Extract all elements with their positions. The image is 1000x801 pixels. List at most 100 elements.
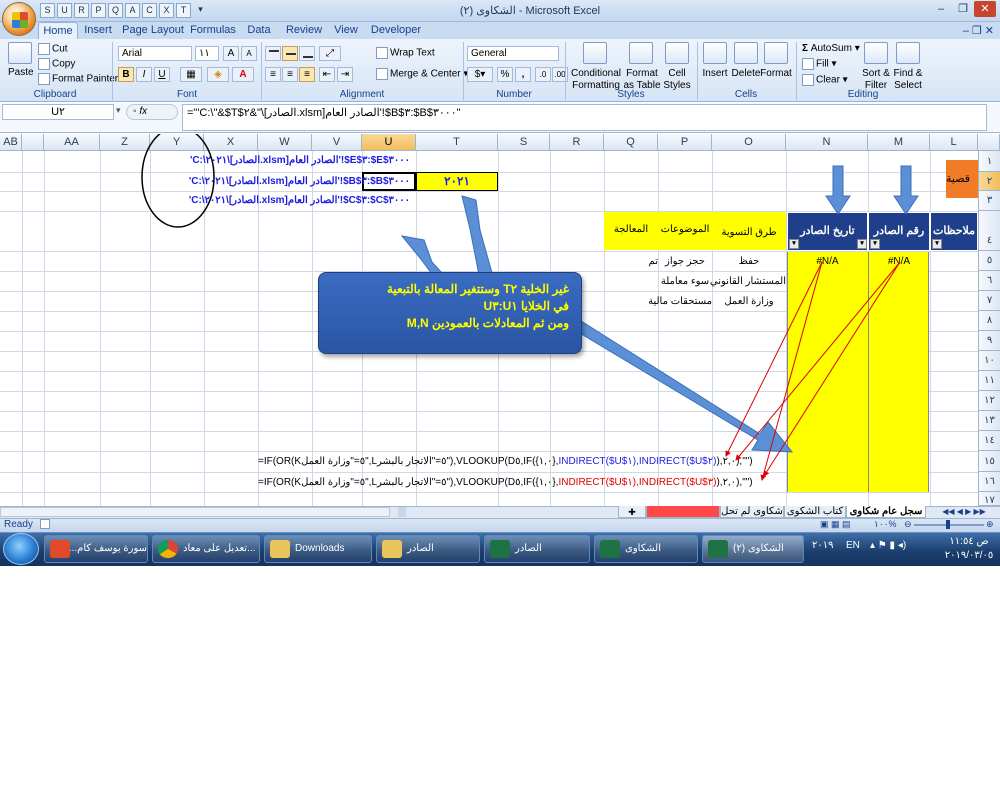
find-select-icon[interactable] — [896, 42, 920, 64]
font-size-combo[interactable]: ١١ — [195, 46, 219, 61]
clear-button[interactable]: Clear ▾ — [802, 74, 848, 87]
merge-center-button[interactable]: Merge & Center ▾ — [376, 68, 468, 81]
name-box-dropdown-icon[interactable]: ▾ — [116, 105, 121, 116]
tab-developer[interactable]: Developer — [370, 22, 422, 39]
scroll-thumb[interactable] — [398, 507, 406, 517]
delete-cells-button[interactable]: Delete — [730, 68, 762, 80]
taskbar-item-chrome[interactable]: تعديل على معاد... — [152, 535, 260, 563]
taskbar-item-excel-complaints-2[interactable]: الشكاوى (٢) — [702, 535, 804, 563]
horizontal-scrollbar[interactable] — [0, 507, 390, 517]
window-title: الشكاوى (٢) - Microsoft Excel — [459, 5, 601, 17]
tab-home[interactable]: Home — [38, 22, 78, 39]
sheet-tab-general-log[interactable]: سجل عام شكاوى — [846, 506, 926, 518]
name-box[interactable]: U٢ — [2, 104, 114, 120]
tab-formulas[interactable]: Formulas — [189, 22, 237, 39]
office-button[interactable] — [2, 2, 36, 36]
font-name-combo[interactable]: Arial — [118, 46, 192, 61]
quick-print-icon[interactable]: Q — [108, 3, 123, 18]
currency-icon[interactable]: $▾ — [467, 67, 493, 82]
taskbar-item-excel-complaints[interactable]: الشكاوى — [594, 535, 698, 563]
start-button-icon[interactable] — [3, 533, 39, 565]
minimize-icon[interactable]: ‒ — [930, 1, 952, 17]
orientation-icon[interactable]: ⤢ — [319, 46, 341, 61]
macro-record-icon[interactable] — [40, 519, 50, 529]
tab-view[interactable]: View — [330, 22, 362, 39]
red-line-4 — [763, 261, 901, 477]
align-middle-icon[interactable] — [282, 46, 298, 61]
sort-asc-icon[interactable]: A — [125, 3, 140, 18]
sheet-tab-unresolved[interactable]: شكاوى لم تحل — [720, 506, 784, 518]
save-icon[interactable]: S — [40, 3, 55, 18]
decrease-indent-icon[interactable]: ⇤ — [319, 67, 335, 82]
grow-font-button[interactable]: A — [223, 46, 239, 61]
cell-styles-icon[interactable] — [665, 42, 689, 64]
fill-color-icon[interactable]: ◈ — [207, 67, 229, 82]
align-right-icon[interactable]: ≡ — [299, 67, 315, 82]
font-color-icon[interactable]: A — [232, 67, 254, 82]
increase-indent-icon[interactable]: ⇥ — [337, 67, 353, 82]
conditional-formatting-icon[interactable] — [583, 42, 607, 64]
insert-function-button[interactable]: ◦ fx — [126, 104, 178, 120]
tab-review[interactable]: Review — [284, 22, 324, 39]
increase-decimal-icon[interactable]: .0 — [535, 67, 551, 82]
formula-input[interactable]: ="'C:\"&$T$٢&"\[الصادر.xlsm]الصادر العام… — [182, 104, 987, 131]
qat-dropdown-icon[interactable]: ▾ — [193, 3, 208, 18]
shrink-font-button[interactable]: A — [241, 46, 257, 61]
print-preview-icon[interactable]: P — [91, 3, 106, 18]
bold-button[interactable]: B — [118, 67, 134, 82]
cut-button[interactable]: Cut — [38, 43, 68, 56]
restore-icon[interactable]: ❐ — [952, 1, 974, 17]
align-top-icon[interactable] — [265, 46, 281, 61]
view-buttons-icon[interactable]: ▣ ▦ ▤ — [820, 519, 851, 530]
wrap-text-button[interactable]: Wrap Text — [376, 47, 435, 60]
align-center-icon[interactable]: ≡ — [282, 67, 298, 82]
language-indicator[interactable]: EN — [846, 540, 860, 552]
ribbon-window-controls[interactable]: ‒ ❐ ✕ — [934, 24, 994, 37]
underline-button[interactable]: U — [154, 67, 170, 82]
close-icon[interactable]: ✕ — [974, 1, 996, 17]
taskbar-item-excel-sadir[interactable]: الصادر — [484, 535, 590, 563]
autosum-button[interactable]: Σ AutoSum ▾ — [802, 43, 860, 55]
insert-sheet-icon[interactable]: ✚ — [618, 506, 646, 518]
taskbar-item-folder-sadir[interactable]: الصادر — [376, 535, 480, 563]
tab-page-layout[interactable]: Page Layout — [122, 22, 184, 39]
format-as-table-icon[interactable] — [629, 42, 653, 64]
fill-button[interactable]: Fill ▾ — [802, 58, 837, 71]
comma-button[interactable]: , — [515, 67, 531, 82]
format-painter-button[interactable]: Format Painter — [38, 73, 118, 86]
tab-data[interactable]: Data — [244, 22, 274, 39]
zoom-in-icon[interactable]: ⊕ — [986, 519, 994, 530]
delete-cells-icon[interactable] — [734, 42, 758, 64]
format-cells-icon[interactable] — [764, 42, 788, 64]
tab-insert[interactable]: Insert — [80, 22, 116, 39]
italic-button[interactable]: I — [136, 67, 152, 82]
tray-icons[interactable]: ▴ ⚑ ▮ ◂) — [870, 540, 906, 552]
taskbar-item-video[interactable]: سورة يوسف كام... — [44, 535, 148, 563]
close-file-icon[interactable]: X — [159, 3, 174, 18]
paste-icon[interactable] — [8, 42, 32, 64]
text-box-icon[interactable]: T — [176, 3, 191, 18]
sheet-tab-stats[interactable]: الاحصائيات — [646, 506, 720, 518]
zoom-slider-thumb[interactable] — [946, 520, 950, 529]
number-format-combo[interactable]: General — [467, 46, 559, 61]
percent-button[interactable]: % — [497, 67, 513, 82]
zoom-out-icon[interactable]: ⊖ — [904, 519, 912, 530]
copy-button[interactable]: Copy — [38, 58, 75, 71]
tray-time[interactable]: ص ١١:٥٤ — [940, 536, 998, 548]
paste-button[interactable]: Paste — [8, 67, 34, 79]
spell-check-icon[interactable]: C — [142, 3, 157, 18]
borders-icon[interactable]: ▦ — [180, 67, 202, 82]
insert-cells-button[interactable]: Insert — [700, 68, 730, 80]
sheet-nav-icon[interactable]: ◀◀ ◀ ▶ ▶▶ — [930, 507, 998, 517]
undo-icon[interactable]: U — [57, 3, 72, 18]
align-bottom-icon[interactable] — [299, 46, 315, 61]
format-cells-button[interactable]: Format — [760, 68, 792, 80]
sheet-tab-complaint-letter[interactable]: كتاب الشكوى — [784, 506, 846, 518]
insert-cells-icon[interactable] — [703, 42, 727, 64]
taskbar-item-downloads[interactable]: Downloads — [264, 535, 372, 563]
sort-filter-icon[interactable] — [864, 42, 888, 64]
align-left-icon[interactable]: ≡ — [265, 67, 281, 82]
redo-icon[interactable]: R — [74, 3, 89, 18]
zoom-level[interactable]: ١٠٠% — [874, 519, 897, 530]
tray-date[interactable]: ٢٠١٩/٠٣/٠٥ — [940, 550, 998, 562]
